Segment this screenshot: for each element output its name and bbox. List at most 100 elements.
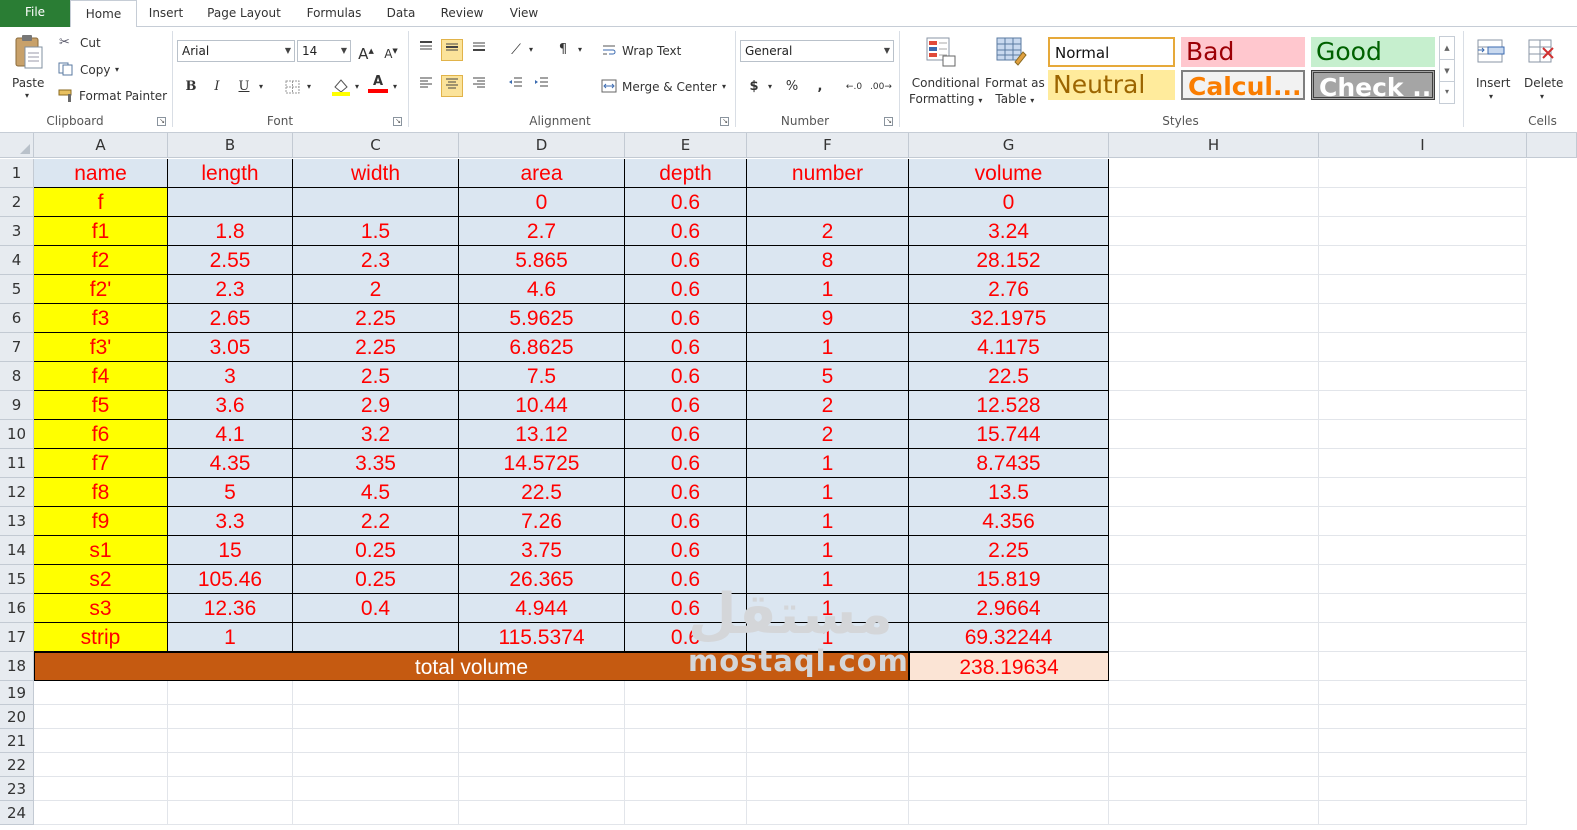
length-cell[interactable]: 3.05 [168,333,293,362]
empty-cell[interactable] [1319,729,1527,753]
empty-cell[interactable] [625,729,747,753]
empty-cell[interactable] [625,777,747,801]
depth-cell[interactable]: 0.6 [625,536,747,565]
row-header-6[interactable]: 6 [0,304,34,333]
delete-cells-button[interactable]: Delete [1524,76,1563,90]
depth-cell[interactable]: 0.6 [625,304,747,333]
depth-cell[interactable]: 0.6 [625,217,747,246]
empty-cell[interactable] [1109,449,1319,478]
empty-cell[interactable] [1319,507,1527,536]
column-header-g[interactable]: G [909,133,1109,158]
area-cell[interactable]: 22.5 [459,478,625,507]
volume-cell[interactable]: 2.9664 [909,594,1109,623]
empty-cell[interactable] [1109,729,1319,753]
area-cell[interactable]: 6.8625 [459,333,625,362]
volume-cell[interactable]: 32.1975 [909,304,1109,333]
area-cell[interactable]: 2.7 [459,217,625,246]
empty-cell[interactable] [1319,159,1527,188]
empty-cell[interactable] [459,801,625,825]
row-header-12[interactable]: 12 [0,478,34,507]
width-cell[interactable]: 3.2 [293,420,459,449]
empty-cell[interactable] [1319,777,1527,801]
volume-cell[interactable]: 4.1175 [909,333,1109,362]
empty-cell[interactable] [747,777,909,801]
name-cell[interactable]: f3 [34,304,168,333]
empty-cell[interactable] [909,681,1109,705]
depth-cell[interactable]: 0.6 [625,246,747,275]
volume-cell[interactable]: 0 [909,188,1109,217]
copy-button[interactable]: Copy [80,63,110,77]
header-cell-area[interactable]: area [459,159,625,188]
empty-cell[interactable] [34,801,168,825]
width-cell[interactable]: 2.9 [293,391,459,420]
select-all-button[interactable] [0,133,34,158]
empty-cell[interactable] [1109,753,1319,777]
tab-file[interactable]: File [0,0,70,27]
grow-font-button[interactable]: A▲ [355,40,377,63]
tab-insert[interactable]: Insert [141,0,191,27]
paste-icon[interactable] [13,33,45,71]
empty-cell[interactable] [1109,188,1319,217]
depth-cell[interactable]: 0.6 [625,507,747,536]
empty-cell[interactable] [459,729,625,753]
area-cell[interactable]: 5.9625 [459,304,625,333]
volume-cell[interactable]: 13.5 [909,478,1109,507]
align-left-button[interactable] [415,75,437,97]
row-header-3[interactable]: 3 [0,217,34,246]
copy-dropdown-icon[interactable]: ▾ [115,65,119,74]
empty-cell[interactable] [747,801,909,825]
row-header-9[interactable]: 9 [0,391,34,420]
empty-cell[interactable] [1109,801,1319,825]
empty-cell[interactable] [1109,594,1319,623]
tab-formulas[interactable]: Formulas [298,0,370,27]
empty-cell[interactable] [1109,217,1319,246]
depth-cell[interactable]: 0.6 [625,420,747,449]
empty-cell[interactable] [168,753,293,777]
empty-cell[interactable] [1109,304,1319,333]
empty-cell[interactable] [747,753,909,777]
underline-button[interactable]: U [233,76,255,98]
area-cell[interactable]: 4.6 [459,275,625,304]
depth-cell[interactable]: 0.6 [625,449,747,478]
name-cell[interactable]: f8 [34,478,168,507]
empty-cell[interactable] [1319,478,1527,507]
width-cell[interactable] [293,623,459,652]
volume-cell[interactable]: 15.744 [909,420,1109,449]
total-volume-label[interactable]: total volume [34,652,909,681]
row-header-16[interactable]: 16 [0,594,34,623]
shrink-font-button[interactable]: A▼ [380,40,402,62]
number-cell[interactable]: 1 [747,565,909,594]
column-header-e[interactable]: E [625,133,747,158]
area-cell[interactable]: 5.865 [459,246,625,275]
row-header-7[interactable]: 7 [0,333,34,362]
volume-cell[interactable]: 2.76 [909,275,1109,304]
empty-cell[interactable] [1319,801,1527,825]
insert-cells-button[interactable]: Insert [1476,76,1510,90]
width-cell[interactable]: 2.2 [293,507,459,536]
row-header-22[interactable]: 22 [0,753,34,777]
empty-cell[interactable] [909,777,1109,801]
length-cell[interactable]: 105.46 [168,565,293,594]
increase-indent-button[interactable] [531,75,553,97]
empty-cell[interactable] [909,801,1109,825]
text-direction-button[interactable]: ¶ [552,39,574,61]
depth-cell[interactable]: 0.6 [625,623,747,652]
depth-cell[interactable]: 0.6 [625,333,747,362]
style-good[interactable]: Good [1311,37,1435,67]
empty-cell[interactable] [909,753,1109,777]
empty-cell[interactable] [625,681,747,705]
name-cell[interactable]: f1 [34,217,168,246]
empty-cell[interactable] [1319,217,1527,246]
number-cell[interactable]: 1 [747,536,909,565]
name-cell[interactable]: f3' [34,333,168,362]
empty-cell[interactable] [34,681,168,705]
currency-button[interactable]: $ [743,76,765,98]
volume-cell[interactable]: 2.25 [909,536,1109,565]
length-cell[interactable] [168,188,293,217]
font-color-dropdown-icon[interactable]: ▾ [393,82,397,91]
font-size-select[interactable]: 14 ▼ [297,40,351,62]
volume-cell[interactable]: 22.5 [909,362,1109,391]
empty-cell[interactable] [1109,623,1319,652]
empty-cell[interactable] [34,753,168,777]
paste-dropdown-icon[interactable]: ▾ [25,91,29,100]
